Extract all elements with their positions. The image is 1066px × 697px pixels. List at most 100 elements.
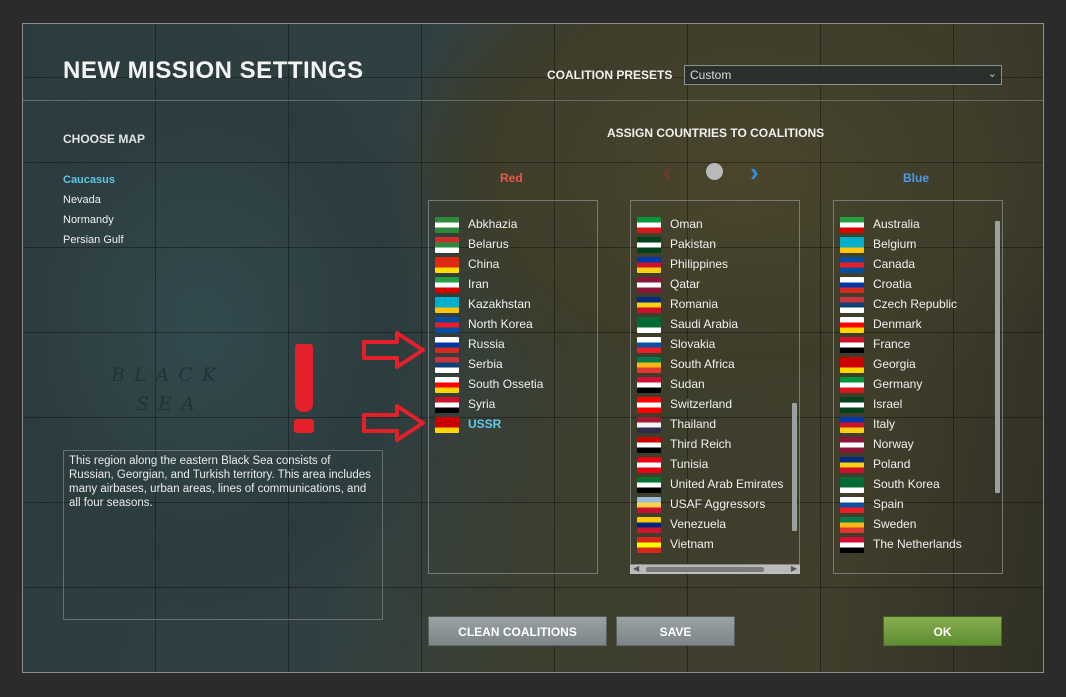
- country-item[interactable]: North Korea: [435, 315, 595, 335]
- country-item[interactable]: Kazakhstan: [435, 295, 595, 315]
- red-chevron-left-icon[interactable]: ‹: [663, 159, 672, 185]
- country-name: Slovakia: [670, 337, 716, 351]
- map-item-caucasus[interactable]: Caucasus: [63, 174, 124, 194]
- coalition-presets-label: COALITION PRESETS: [547, 68, 673, 82]
- country-item[interactable]: Denmark: [840, 315, 1000, 335]
- country-item[interactable]: Poland: [840, 455, 1000, 475]
- country-item[interactable]: Croatia: [840, 275, 1000, 295]
- red-outline-arrow-icon: [362, 331, 425, 369]
- country-item[interactable]: Spain: [840, 495, 1000, 515]
- coalition-presets-dropdown[interactable]: Custom ⌄: [684, 65, 1002, 85]
- country-name: Oman: [670, 217, 703, 231]
- country-name: North Korea: [468, 317, 533, 331]
- country-item[interactable]: Australia: [840, 215, 1000, 235]
- ok-button[interactable]: OK: [883, 616, 1002, 646]
- flag-icon: [637, 357, 661, 373]
- country-item[interactable]: Syria: [435, 395, 595, 415]
- flag-icon: [840, 237, 864, 253]
- country-item[interactable]: Germany: [840, 375, 1000, 395]
- country-item[interactable]: Venezuela: [637, 515, 797, 535]
- country-item[interactable]: Belarus: [435, 235, 595, 255]
- flag-icon: [637, 257, 661, 273]
- country-item[interactable]: Thailand: [637, 415, 797, 435]
- country-name: Philippines: [670, 257, 729, 271]
- flag-icon: [435, 377, 459, 393]
- country-item[interactable]: Vietnam: [637, 535, 797, 555]
- country-item[interactable]: Pakistan: [637, 235, 797, 255]
- country-item[interactable]: Romania: [637, 295, 797, 315]
- country-item[interactable]: France: [840, 335, 1000, 355]
- country-item[interactable]: Canada: [840, 255, 1000, 275]
- country-item[interactable]: Sudan: [637, 375, 797, 395]
- country-name: Russia: [468, 337, 505, 351]
- map-item-nevada[interactable]: Nevada: [63, 194, 124, 214]
- country-item[interactable]: Slovakia: [637, 335, 797, 355]
- country-name: Vietnam: [670, 537, 714, 551]
- red-countries-list[interactable]: Abkhazia Belarus China Iran Kazakhstan North …: [428, 200, 598, 574]
- country-item[interactable]: Saudi Arabia: [637, 315, 797, 335]
- country-item[interactable]: Abkhazia: [435, 215, 595, 235]
- country-name: Italy: [873, 417, 896, 431]
- country-item[interactable]: China: [435, 255, 595, 275]
- country-item[interactable]: South Korea: [840, 475, 1000, 495]
- flag-icon: [840, 457, 864, 473]
- map-item-persian-gulf[interactable]: Persian Gulf: [63, 234, 124, 254]
- country-name: Denmark: [873, 317, 922, 331]
- scroll-left-icon[interactable]: ◀: [633, 564, 639, 573]
- country-name: Spain: [873, 497, 904, 511]
- country-item[interactable]: Belgium: [840, 235, 1000, 255]
- country-item[interactable]: South Africa: [637, 355, 797, 375]
- country-name: Third Reich: [670, 437, 732, 451]
- flag-icon: [840, 477, 864, 493]
- blue-countries-list[interactable]: Australia Belgium Canada Croatia Czech Repub…: [833, 200, 1003, 574]
- country-item[interactable]: Qatar: [637, 275, 797, 295]
- country-item[interactable]: Iran: [435, 275, 595, 295]
- flag-icon: [637, 377, 661, 393]
- country-name: Qatar: [670, 277, 701, 291]
- blue-chevron-right-icon[interactable]: ›: [750, 159, 759, 185]
- flag-icon: [840, 277, 864, 293]
- country-item[interactable]: Switzerland: [637, 395, 797, 415]
- save-button[interactable]: SAVE: [616, 616, 735, 646]
- neutral-countries-list[interactable]: Oman Pakistan Philippines Qatar Romania Saudi…: [630, 200, 800, 574]
- country-item[interactable]: Georgia: [840, 355, 1000, 375]
- map-item-normandy[interactable]: Normandy: [63, 214, 124, 234]
- country-item[interactable]: Oman: [637, 215, 797, 235]
- sea-label-line2: SEA: [136, 393, 204, 415]
- neutral-list-horizontal-scrollbar[interactable]: ◀ ▶: [630, 564, 800, 574]
- country-name: Switzerland: [670, 397, 733, 411]
- flag-icon: [840, 537, 864, 553]
- country-item[interactable]: USSR: [435, 415, 595, 435]
- scroll-right-icon[interactable]: ▶: [791, 564, 797, 573]
- country-item[interactable]: United Arab Emirates: [637, 475, 797, 495]
- country-item[interactable]: Czech Republic: [840, 295, 1000, 315]
- country-name: Abkhazia: [468, 217, 518, 231]
- country-name: Venezuela: [670, 517, 727, 531]
- flag-icon: [637, 237, 661, 253]
- clean-coalitions-button[interactable]: CLEAN COALITIONS: [428, 616, 607, 646]
- country-name: South Africa: [670, 357, 735, 371]
- country-item[interactable]: Serbia: [435, 355, 595, 375]
- country-name: South Ossetia: [468, 377, 544, 391]
- country-item[interactable]: South Ossetia: [435, 375, 595, 395]
- country-item[interactable]: USAF Aggressors: [637, 495, 797, 515]
- horizontal-scroll-thumb[interactable]: [646, 567, 764, 572]
- country-item[interactable]: Israel: [840, 395, 1000, 415]
- country-item[interactable]: Philippines: [637, 255, 797, 275]
- country-item[interactable]: Russia: [435, 335, 595, 355]
- country-name: Israel: [873, 397, 903, 411]
- flag-icon: [637, 297, 661, 313]
- neutral-dot-icon[interactable]: [706, 163, 723, 180]
- country-item[interactable]: Third Reich: [637, 435, 797, 455]
- country-item[interactable]: Sweden: [840, 515, 1000, 535]
- country-item[interactable]: The Netherlands: [840, 535, 1000, 555]
- country-item[interactable]: Italy: [840, 415, 1000, 435]
- flag-icon: [840, 417, 864, 433]
- flag-icon: [435, 397, 459, 413]
- flag-icon: [637, 417, 661, 433]
- country-name: Croatia: [873, 277, 912, 291]
- mission-settings-window: BLACK SEA NEW MISSION SETTINGS COALITION…: [22, 23, 1044, 673]
- country-item[interactable]: Tunisia: [637, 455, 797, 475]
- flag-icon: [637, 457, 661, 473]
- country-item[interactable]: Norway: [840, 435, 1000, 455]
